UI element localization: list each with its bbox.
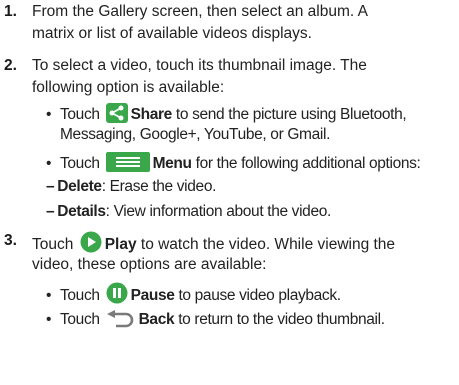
step-text: From the Gallery screen, then select an …	[32, 3, 368, 20]
delete-label: Delete	[57, 178, 102, 195]
step-number: 2.	[4, 57, 17, 74]
touch-label: Touch	[60, 311, 100, 328]
subitem-text: : View information about the video.	[105, 203, 332, 220]
subitem-text: : Erase the video.	[101, 178, 217, 195]
touch-label: Touch	[60, 106, 100, 123]
bullet-dot: •	[46, 155, 52, 172]
dash: –	[46, 178, 55, 195]
instruction-page: 1. From the Gallery screen, then select …	[0, 0, 459, 385]
details-label: Details	[57, 203, 106, 220]
bullet-dot: •	[46, 106, 52, 123]
bullet-text: Messaging, Google+, YouTube, or Gmail.	[60, 126, 331, 143]
step-text: matrix or list of available videos displ…	[32, 25, 312, 42]
step-number: 1.	[4, 3, 17, 20]
menu-label: Menu	[152, 155, 192, 172]
bullet-text: for the following additional options:	[191, 155, 421, 172]
step-text: video, these options are available:	[32, 256, 267, 273]
play-label: Play	[104, 236, 137, 253]
bullet-text: to send the picture using Bluetooth,	[171, 106, 407, 123]
step-text: to watch the video. While viewing the	[136, 236, 396, 253]
bullet-dot: •	[46, 287, 52, 304]
touch-label: Touch	[60, 287, 100, 304]
back-icon	[106, 310, 136, 334]
touch-label: Touch	[60, 155, 100, 172]
touch-label: Touch	[32, 236, 74, 253]
pause-label: Pause	[130, 287, 175, 304]
bullet-text: to return to the video thumbnail.	[174, 311, 385, 328]
step-number: 3.	[4, 232, 17, 249]
step-text: following option is available:	[32, 79, 225, 96]
menu-icon	[105, 152, 150, 178]
share-label: Share	[130, 106, 173, 123]
back-label: Back	[138, 311, 175, 328]
bullet-text: to pause video playback.	[174, 287, 341, 304]
dash: –	[46, 203, 55, 220]
step-text: To select a video, touch its thumbnail i…	[32, 57, 367, 74]
pause-icon	[106, 282, 128, 310]
bullet-dot: •	[46, 311, 52, 328]
